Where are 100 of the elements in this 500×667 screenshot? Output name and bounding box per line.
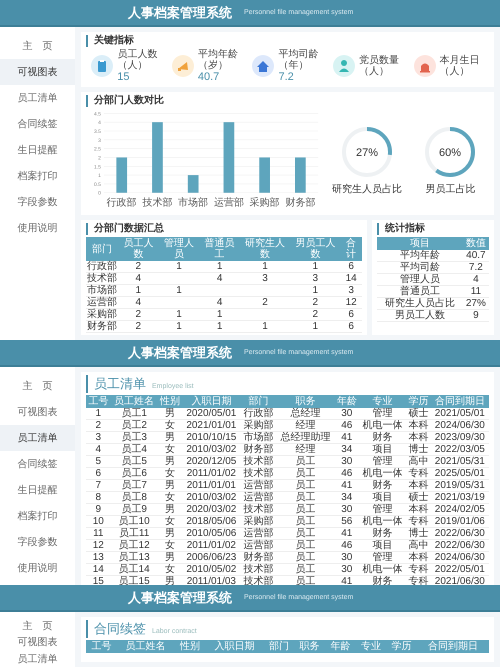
- table-cell: 员工: [276, 552, 334, 564]
- table-cell: 员工: [276, 468, 334, 480]
- table-cell: 2022/06/30: [430, 540, 489, 552]
- kpi-label: 平均年龄（岁）: [198, 49, 239, 71]
- table-cell: 2022/05/01: [430, 564, 489, 576]
- table-cell: 管理: [359, 456, 406, 468]
- table-cell: 员工8: [110, 492, 158, 504]
- table-cell: 专科: [406, 516, 431, 528]
- table-cell: 男: [158, 504, 182, 516]
- kpi-label: 党员数量（人）: [359, 55, 400, 77]
- table-cell: 1: [158, 308, 200, 320]
- table-cell: 运营部: [240, 480, 276, 492]
- table-cell: 6: [340, 320, 362, 332]
- table-cell: 运营部: [86, 296, 118, 308]
- table-cell: 项目: [359, 444, 406, 456]
- table-cell: 2011/01/01: [182, 480, 240, 492]
- table-cell: 员工: [276, 540, 334, 552]
- table-cell: 员工6: [110, 468, 158, 480]
- table-cell: 2024/06/30: [430, 552, 489, 564]
- table-cell: 2010/03/02: [182, 444, 240, 456]
- table-cell: 5: [86, 456, 111, 468]
- table-cell: 9: [86, 504, 111, 516]
- table-cell: 6: [340, 261, 362, 272]
- table-cell: 项目: [359, 540, 406, 552]
- chart-bar: [188, 175, 199, 193]
- table-cell: 运营部: [240, 540, 276, 552]
- table-cell: 行政部: [86, 261, 118, 272]
- table-cell: 3: [86, 432, 111, 444]
- table-cell: 采购部: [240, 420, 276, 432]
- table-cell: 运营部: [240, 492, 276, 504]
- table-cell: 女: [158, 564, 182, 576]
- table-cell: 4: [462, 274, 489, 286]
- card-title: 关键指标: [86, 35, 134, 47]
- table-cell: 30: [334, 504, 360, 516]
- chart-bar: [116, 157, 128, 193]
- kpi-value: 40.7: [198, 71, 220, 83]
- kpi-value: 7.2: [278, 71, 295, 83]
- column-header: 年龄: [324, 640, 356, 653]
- column-header: 员工人数: [118, 237, 159, 261]
- table-cell: 1: [240, 261, 290, 272]
- column-header: 数值: [462, 237, 489, 250]
- kpi-label: 员工人数（人）: [117, 49, 158, 71]
- table-cell: 财务: [359, 432, 406, 444]
- table-cell: 2: [118, 320, 159, 332]
- table-cell: 员工: [276, 456, 334, 468]
- table-cell: 财务: [359, 528, 406, 540]
- table-cell: 12: [86, 540, 111, 552]
- card-title: 分部门数据汇总: [86, 223, 164, 235]
- column-header: 普通员工: [199, 237, 240, 261]
- table-cell: 高中: [406, 456, 431, 468]
- table-cell: 30: [334, 456, 360, 468]
- sidebar-item[interactable]: 可视图表: [0, 59, 75, 85]
- table-cell: 员工: [276, 528, 334, 540]
- table-cell: 4: [199, 272, 240, 284]
- table-cell: 管理: [359, 408, 406, 420]
- table-cell: 41: [334, 480, 360, 492]
- table-cell: 2011/01/02: [182, 468, 240, 480]
- table-cell: 博士: [406, 444, 431, 456]
- table-cell: 男: [158, 408, 182, 420]
- column-header: 性别: [174, 640, 206, 653]
- table-cell: 行政部: [240, 408, 276, 420]
- table-cell: 员工: [276, 480, 334, 492]
- table-cell: 2022/06/30: [430, 528, 489, 540]
- table-cell: 2006/06/23: [182, 552, 240, 564]
- table-cell: 员工7: [110, 480, 158, 492]
- table-cell: 男: [158, 552, 182, 564]
- table-cell: 6: [340, 308, 362, 320]
- table-cell: 1: [158, 284, 200, 296]
- table-cell: 男: [158, 456, 182, 468]
- table-cell: 本科: [406, 480, 431, 492]
- table-cell: 2020/12/05: [182, 456, 240, 468]
- table-cell: 3: [290, 272, 340, 284]
- table-cell: 2021/05/31: [430, 456, 489, 468]
- table-cell: 2024/06/30: [430, 420, 489, 432]
- table-cell: 技术部: [240, 504, 276, 516]
- table-cell: 员工13: [110, 552, 158, 564]
- table-cell: 6: [86, 468, 111, 480]
- table-cell: 员工4: [110, 444, 158, 456]
- table-cell: 2: [86, 420, 111, 432]
- category-label: 行政部: [106, 198, 137, 209]
- table-cell: 4: [86, 444, 111, 456]
- table-cell: 平均年龄: [377, 250, 463, 262]
- table-cell: 市场部: [240, 432, 276, 444]
- table-cell: 男: [158, 480, 182, 492]
- table-cell: 2010/03/02: [182, 492, 240, 504]
- table-cell: 管理人员: [377, 274, 463, 286]
- table-cell: 2010/05/02: [182, 564, 240, 576]
- app-title: 人事档案管理系统: [128, 4, 232, 22]
- column-header: 员工姓名: [110, 395, 158, 408]
- table-cell: 13: [86, 552, 111, 564]
- table-cell: 34: [334, 444, 360, 456]
- table-cell: 2: [290, 296, 340, 308]
- app-title: 人事档案管理系统: [128, 588, 232, 606]
- table-cell: 财务部: [86, 320, 118, 332]
- table-cell: 运营部: [240, 528, 276, 540]
- column-header: 年龄: [334, 395, 360, 408]
- column-header: 入职日期: [205, 640, 264, 653]
- sidebar-item[interactable]: 员工清单: [0, 425, 75, 451]
- table-cell: 1: [199, 308, 240, 320]
- table-cell: 8: [86, 492, 111, 504]
